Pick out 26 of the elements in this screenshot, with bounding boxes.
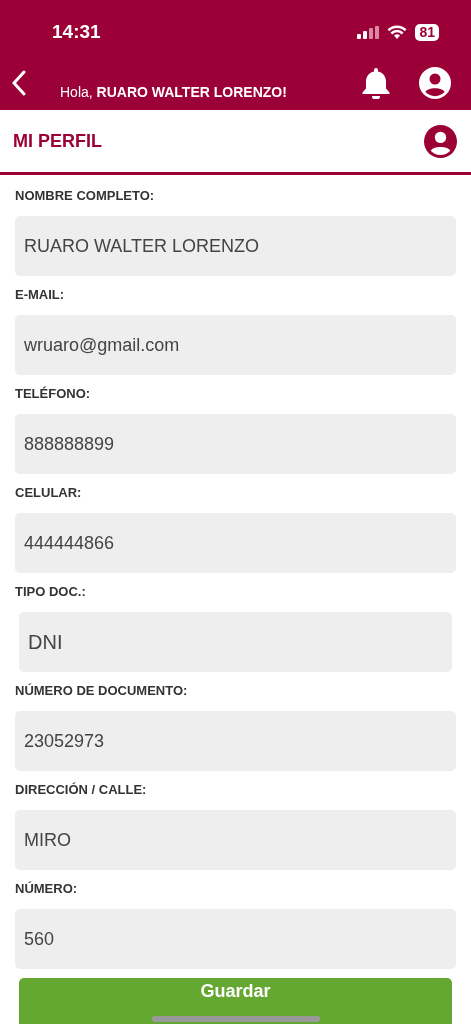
field-label: NOMBRE COMPLETO: — [15, 187, 156, 205]
input-field[interactable]: 444444866 — [15, 513, 456, 573]
input-field[interactable]: RUARO WALTER LORENZO — [15, 216, 456, 276]
field-label: TIPO DOC.: — [15, 583, 87, 601]
wifi-icon — [387, 25, 408, 39]
signal-icon — [357, 25, 380, 39]
input-field[interactable]: 888888899 — [15, 414, 456, 474]
user-icon — [424, 124, 457, 158]
status-time: 14:31 — [52, 21, 101, 43]
field-label: CELULAR: — [15, 484, 83, 502]
page-title: MI PERFIL — [13, 130, 102, 152]
input-field[interactable]: 23052973 — [15, 711, 456, 771]
user-icon[interactable] — [419, 67, 451, 99]
input-field[interactable]: wruaro@gmail.com — [15, 315, 456, 375]
field-label: NÚMERO: — [15, 880, 79, 898]
field-label: DIRECCIÓN / CALLE: — [15, 781, 148, 799]
field-label: NÚMERO DE DOCUMENTO: — [15, 682, 189, 700]
greeting-text: Hola, RUARO WALTER LORENZO! — [60, 84, 288, 100]
back-icon[interactable] — [12, 70, 26, 96]
field-label: TELÉFONO: — [15, 385, 92, 403]
input-field[interactable]: 560 — [15, 909, 456, 969]
input-field[interactable]: MIRO — [15, 810, 456, 870]
field-label: E-MAIL: — [15, 286, 66, 304]
battery-indicator: 81 — [415, 23, 439, 41]
bell-icon[interactable] — [361, 67, 391, 99]
select-field[interactable]: DNI — [19, 612, 452, 672]
